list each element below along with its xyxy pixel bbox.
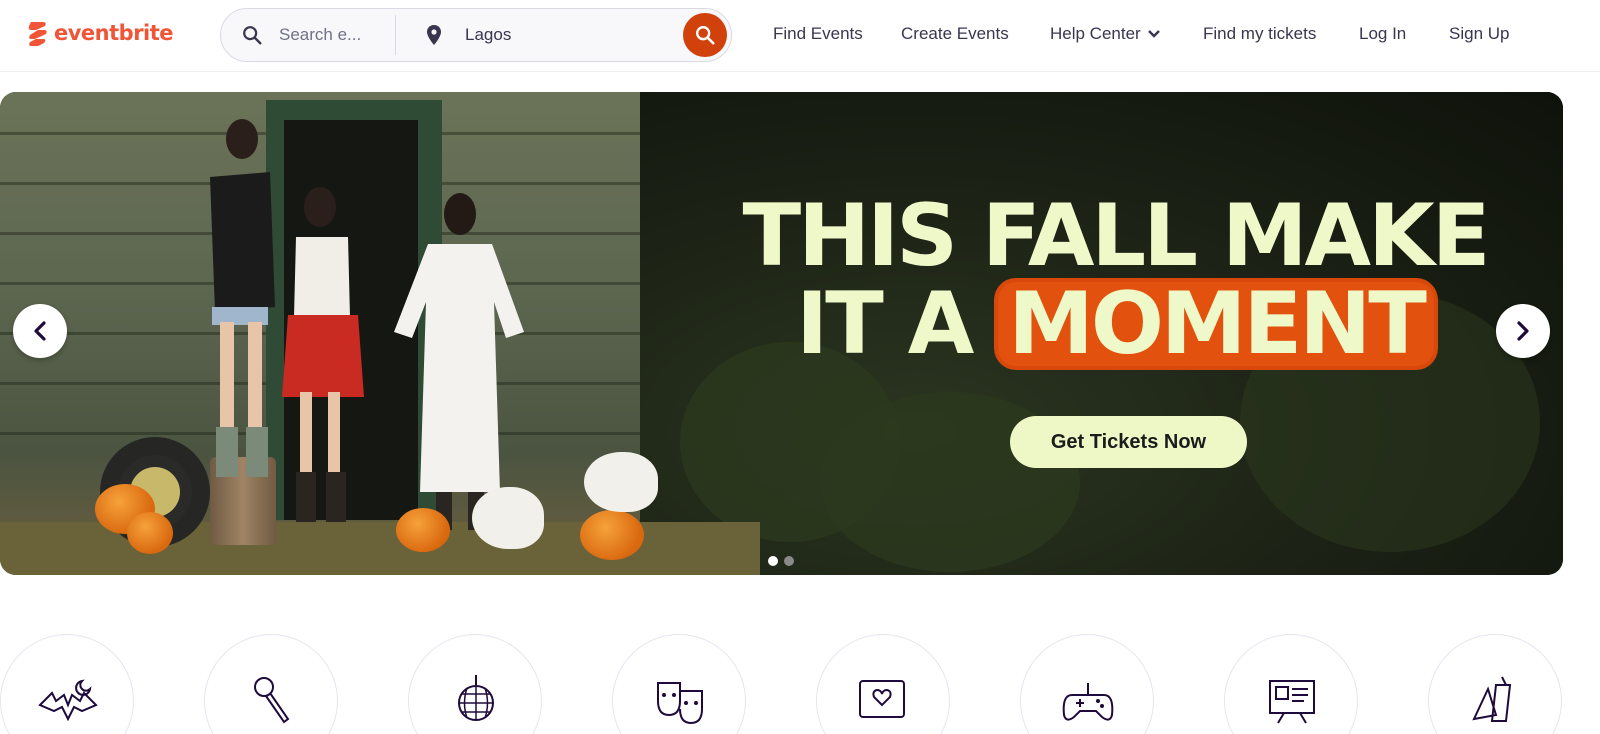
- hero-headline: THIS FALL MAKE IT A MOMENT: [700, 192, 1530, 368]
- nav-find-events[interactable]: Find Events: [773, 24, 863, 44]
- search-input[interactable]: [279, 23, 389, 47]
- hen: [472, 487, 544, 549]
- person-middle: [278, 187, 368, 542]
- headline-line-2: IT A MOMENT: [700, 280, 1530, 368]
- presentation-board-icon: [1269, 680, 1315, 724]
- search-divider: [395, 15, 396, 55]
- category-business[interactable]: [1224, 634, 1358, 734]
- get-tickets-now-button[interactable]: Get Tickets Now: [1010, 416, 1247, 468]
- disco-ball-icon: [458, 675, 494, 721]
- category-nightlife[interactable]: [408, 634, 542, 734]
- headline-line-1: THIS FALL MAKE: [742, 186, 1490, 286]
- pumpkin: [580, 510, 644, 560]
- eventbrite-logo[interactable]: eventbrite: [28, 20, 174, 46]
- hero-carousel: THIS FALL MAKE IT A MOMENT Get Tickets N…: [0, 92, 1563, 575]
- halloween-icon: [38, 679, 98, 722]
- pumpkin: [396, 508, 450, 552]
- carousel-next-button[interactable]: [1496, 304, 1550, 358]
- chevron-left-icon: [34, 321, 46, 341]
- category-food-drink[interactable]: [1428, 634, 1562, 734]
- top-navigation-bar: eventbrite Lagos Find Events Create Even…: [0, 0, 1600, 72]
- headline-prefix: IT A: [796, 274, 974, 374]
- chevron-down-icon: [1147, 30, 1160, 38]
- microphone-icon: [254, 677, 290, 724]
- nav-find-my-tickets[interactable]: Find my tickets: [1203, 24, 1316, 44]
- category-dating[interactable]: [816, 634, 950, 734]
- carousel-dot-active[interactable]: [768, 556, 778, 566]
- carousel-dot[interactable]: [784, 556, 794, 566]
- nav-help-center[interactable]: Help Center: [1050, 24, 1161, 44]
- logo-wordmark: eventbrite: [54, 21, 174, 45]
- nav-create-events[interactable]: Create Events: [901, 24, 1009, 44]
- event-search-field[interactable]: [221, 9, 396, 61]
- location-value: Lagos: [465, 25, 512, 44]
- pumpkin: [127, 512, 173, 554]
- carousel-prev-button[interactable]: [13, 304, 67, 358]
- nav-sign-up[interactable]: Sign Up: [1449, 24, 1509, 44]
- nav-log-in[interactable]: Log In: [1359, 24, 1406, 44]
- search-bar: Lagos: [220, 8, 732, 62]
- category-music[interactable]: [204, 634, 338, 734]
- nav-help-center-label: Help Center: [1050, 24, 1141, 43]
- category-hobbies[interactable]: [1020, 634, 1154, 734]
- headline-highlight: MOMENT: [998, 281, 1434, 367]
- food-drink-icon: [1472, 676, 1512, 722]
- theater-masks-icon: [657, 682, 703, 725]
- eventbrite-logo-mark-icon: [28, 22, 47, 46]
- location-pin-icon: [427, 25, 441, 45]
- category-performing-arts[interactable]: [612, 634, 746, 734]
- category-halloween[interactable]: [0, 634, 134, 734]
- hen: [584, 452, 658, 512]
- search-icon: [243, 26, 262, 45]
- person-left: [170, 117, 280, 542]
- dating-chat-icon: [859, 680, 905, 718]
- search-icon: [696, 26, 715, 45]
- gamepad-icon: [1062, 683, 1114, 721]
- search-submit-button[interactable]: [683, 13, 727, 57]
- carousel-pagination: [768, 556, 794, 566]
- location-field[interactable]: Lagos: [397, 9, 677, 61]
- chevron-right-icon: [1517, 321, 1529, 341]
